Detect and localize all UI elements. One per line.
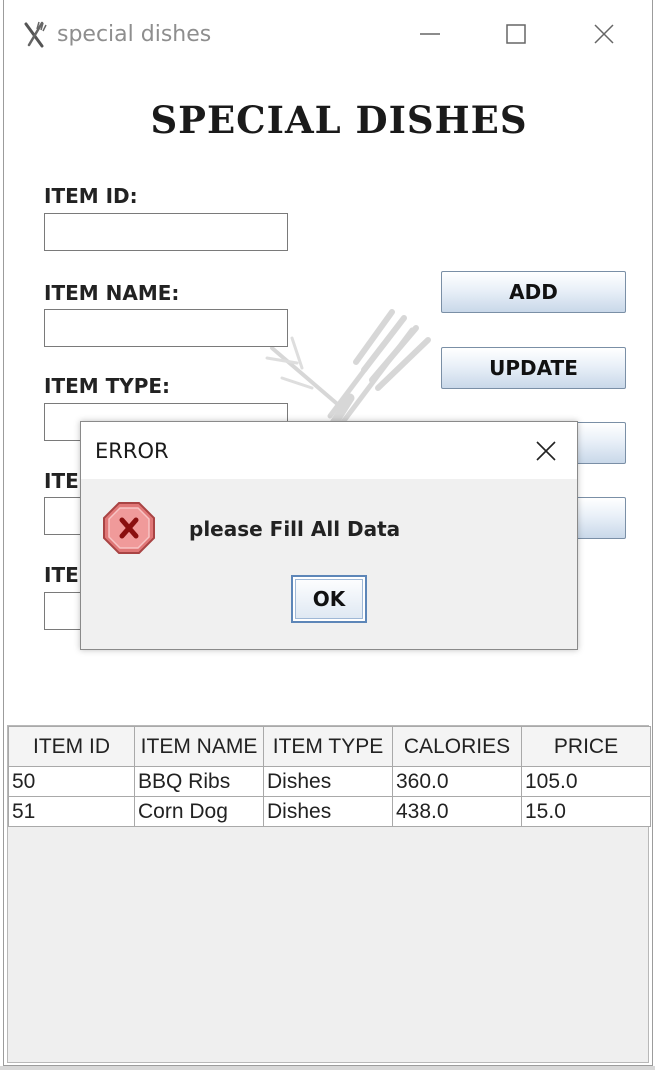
items-table-panel[interactable]: ITEM ID ITEM NAME ITEM TYPE CALORIES PRI… bbox=[7, 725, 651, 1063]
column-header-item-name[interactable]: ITEM NAME bbox=[134, 726, 264, 767]
dialog-message: please Fill All Data bbox=[189, 517, 401, 541]
table-cell[interactable]: BBQ Ribs bbox=[134, 766, 264, 797]
error-dialog: ERROR please Fill All Data OK bbox=[80, 421, 578, 650]
maximize-button[interactable] bbox=[494, 16, 538, 52]
minimize-button[interactable] bbox=[408, 16, 452, 52]
column-header-item-type[interactable]: ITEM TYPE bbox=[263, 726, 393, 767]
column-header-item-id[interactable]: ITEM ID bbox=[8, 726, 135, 767]
table-cell[interactable]: 105.0 bbox=[521, 766, 651, 797]
item-type-label: ITEM TYPE: bbox=[44, 374, 171, 398]
page-title: SPECIAL DISHES bbox=[150, 98, 528, 142]
item-id-field[interactable] bbox=[44, 213, 288, 251]
table-header-row: ITEM ID ITEM NAME ITEM TYPE CALORIES PRI… bbox=[8, 726, 651, 767]
app-window: special dishes SPECIAL DISHES ITEM ID: I… bbox=[3, 0, 653, 1066]
table-cell[interactable]: 50 bbox=[8, 766, 135, 797]
dialog-title: ERROR bbox=[95, 439, 169, 463]
item-id-label: ITEM ID: bbox=[44, 184, 138, 208]
item-name-label: ITEM NAME: bbox=[44, 281, 180, 305]
table-row[interactable]: 51 Corn Dog Dishes 438.0 15.0 bbox=[8, 796, 651, 827]
bottom-edge bbox=[0, 1066, 655, 1070]
table-cell[interactable]: Corn Dog bbox=[134, 796, 264, 827]
window-title: special dishes bbox=[57, 22, 212, 47]
update-button[interactable]: UPDATE bbox=[441, 347, 626, 389]
close-icon bbox=[536, 441, 556, 461]
item-name-field[interactable] bbox=[44, 309, 288, 347]
close-window-button[interactable] bbox=[582, 16, 626, 52]
table-cell[interactable]: 360.0 bbox=[392, 766, 522, 797]
price-label: ITE bbox=[44, 563, 79, 587]
column-header-calories[interactable]: CALORIES bbox=[392, 726, 522, 767]
fork-knife-icon bbox=[22, 20, 48, 50]
dialog-titlebar[interactable]: ERROR bbox=[81, 422, 577, 479]
table-cell[interactable]: 438.0 bbox=[392, 796, 522, 827]
table-cell[interactable]: 51 bbox=[8, 796, 135, 827]
items-table[interactable]: ITEM ID ITEM NAME ITEM TYPE CALORIES PRI… bbox=[8, 726, 651, 827]
column-header-price[interactable]: PRICE bbox=[521, 726, 651, 767]
ok-button[interactable]: OK bbox=[291, 575, 367, 623]
calories-label: ITE bbox=[44, 469, 79, 493]
error-x-icon bbox=[101, 500, 157, 556]
table-cell[interactable]: Dishes bbox=[263, 796, 393, 827]
window-titlebar[interactable]: special dishes bbox=[4, 0, 652, 68]
table-row[interactable]: 50 BBQ Ribs Dishes 360.0 105.0 bbox=[8, 766, 651, 797]
table-cell[interactable]: 15.0 bbox=[521, 796, 651, 827]
minimize-icon bbox=[420, 33, 440, 35]
table-cell[interactable]: Dishes bbox=[263, 766, 393, 797]
add-button[interactable]: ADD bbox=[441, 271, 626, 313]
close-icon bbox=[594, 24, 614, 44]
dialog-close-button[interactable] bbox=[525, 432, 567, 470]
maximize-icon bbox=[506, 24, 526, 44]
